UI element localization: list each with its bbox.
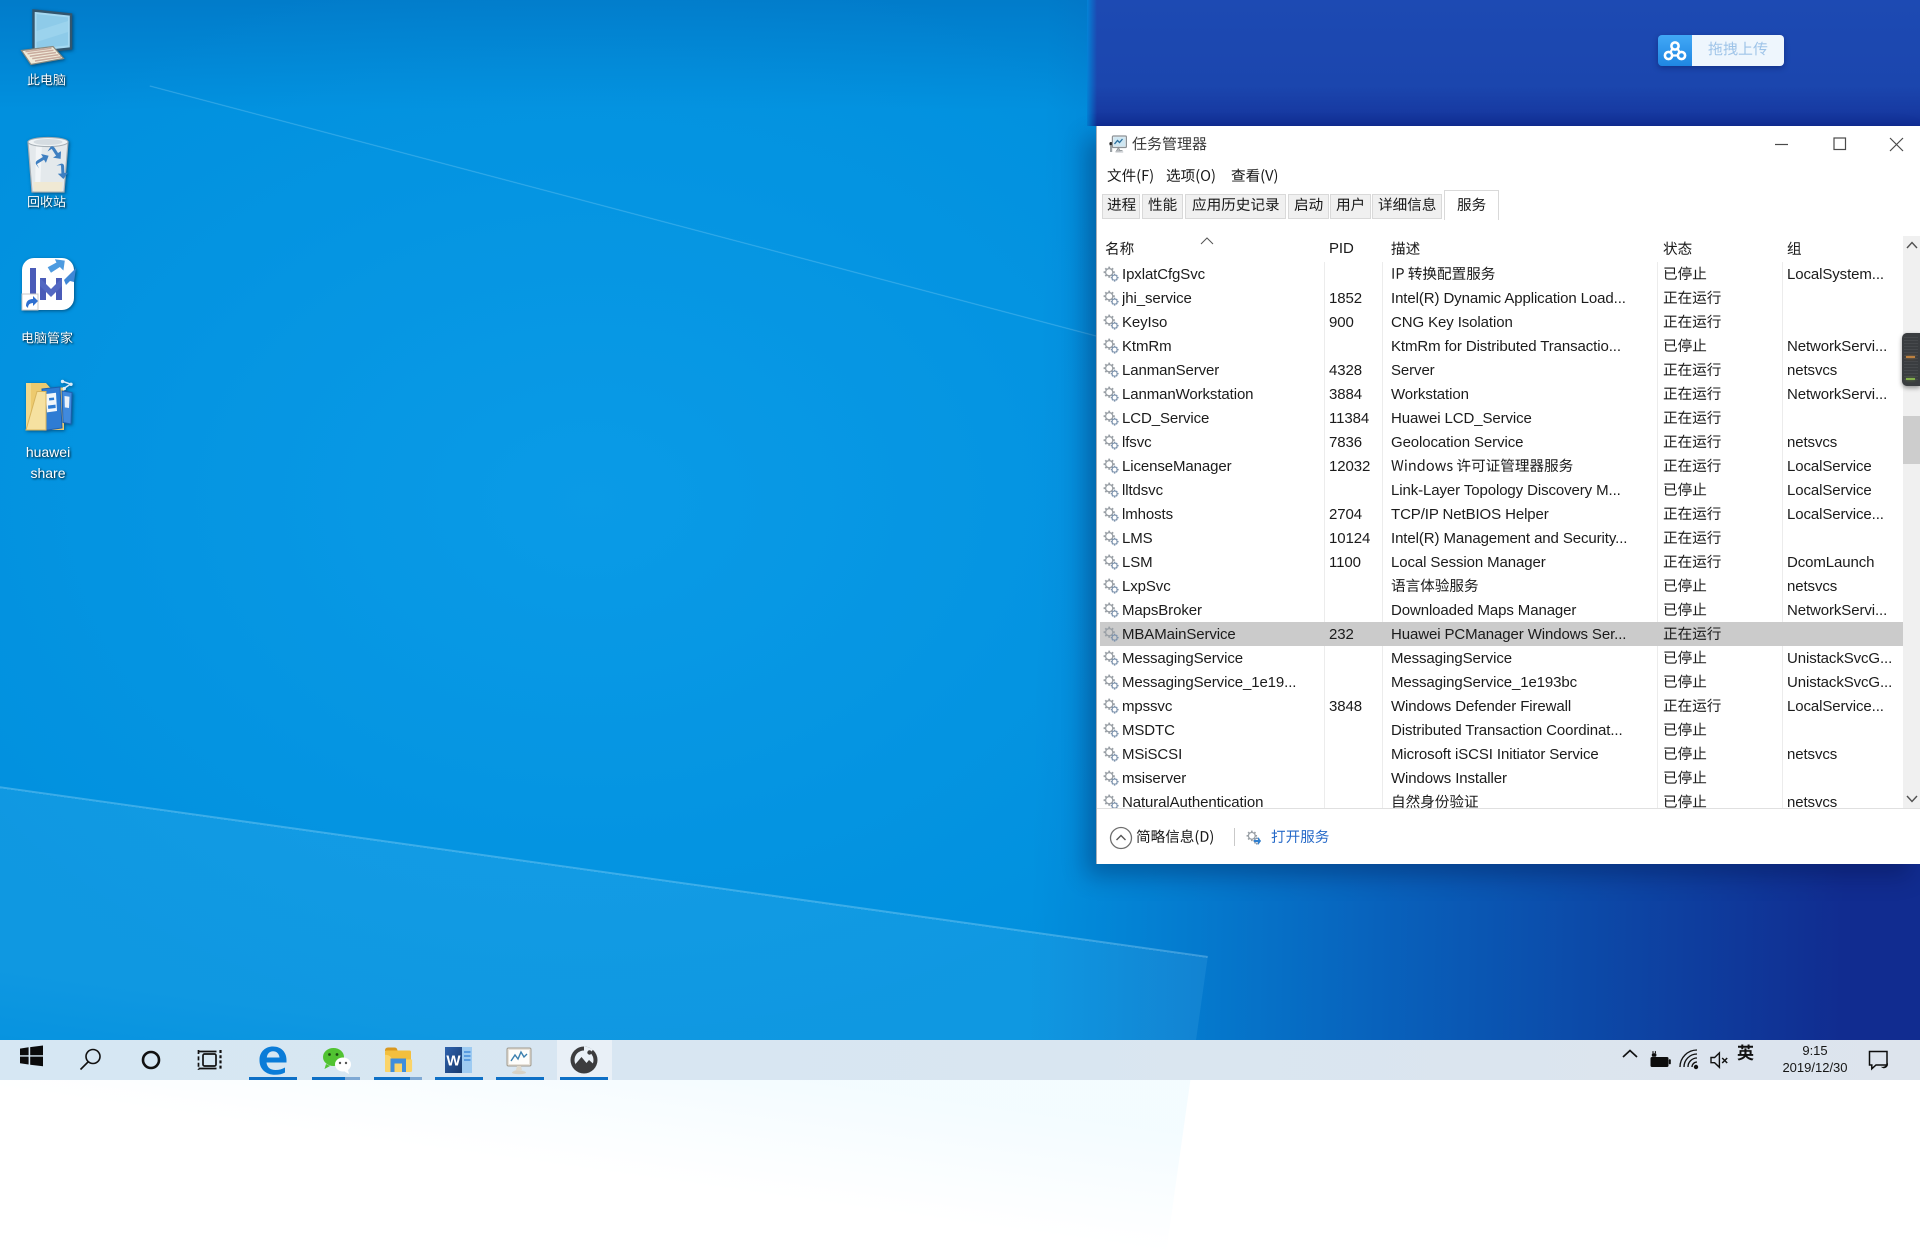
svg-text:W: W [446, 1053, 461, 1070]
